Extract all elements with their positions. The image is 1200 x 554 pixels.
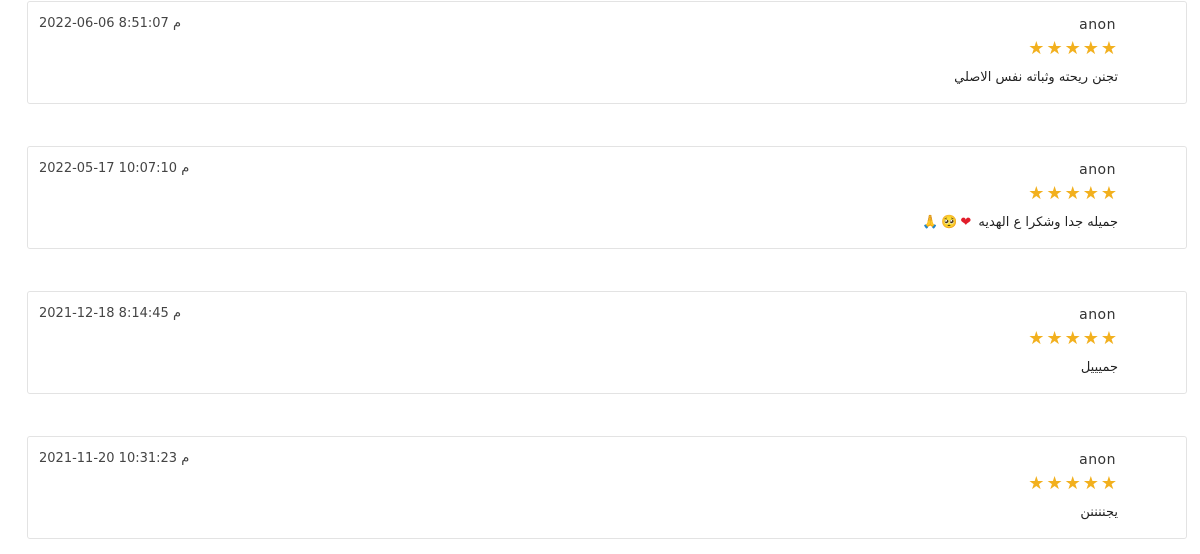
review-date: 2021-12-18 8:14:45 م bbox=[39, 306, 181, 321]
review-text-content: يجننننن bbox=[1080, 505, 1118, 520]
review-date: 2022-05-17 10:07:10 م bbox=[39, 161, 190, 176]
review-text-content: تجنن ريحته وثباته نفس الاصلي bbox=[954, 70, 1118, 85]
star-icon: ★ bbox=[1028, 183, 1047, 204]
star-icon: ★ bbox=[1082, 473, 1101, 494]
review-rating: ★★★★★ bbox=[1028, 329, 1119, 349]
star-icon: ★ bbox=[1028, 328, 1047, 349]
review-text-content: جميييل bbox=[1080, 360, 1118, 375]
star-icon: ★ bbox=[1082, 38, 1101, 59]
star-icon: ★ bbox=[1064, 183, 1083, 204]
star-icon: ★ bbox=[1046, 328, 1065, 349]
review-text: يجننننن bbox=[1080, 505, 1118, 520]
star-icon: ★ bbox=[1046, 183, 1065, 204]
review-card: 2022-06-06 8:51:07 م anon ★★★★★ تجنن ريح… bbox=[27, 1, 1187, 104]
star-icon: ★ bbox=[1064, 473, 1083, 494]
review-rating: ★★★★★ bbox=[1028, 474, 1119, 494]
review-text: جميييل bbox=[1081, 360, 1118, 375]
review-author: anon bbox=[1079, 162, 1116, 178]
star-icon: ★ bbox=[1100, 38, 1119, 59]
review-date: 2022-06-06 8:51:07 م bbox=[39, 16, 181, 31]
folded-hands-emoji-icon: 🙏 bbox=[921, 215, 939, 230]
star-icon: ★ bbox=[1028, 473, 1047, 494]
review-card: 2021-12-18 8:14:45 م anon ★★★★★ جميييل bbox=[27, 291, 1187, 394]
review-rating: ★★★★★ bbox=[1028, 184, 1119, 204]
review-date: 2021-11-20 10:31:23 م bbox=[39, 451, 190, 466]
star-icon: ★ bbox=[1100, 183, 1119, 204]
star-icon: ★ bbox=[1082, 328, 1101, 349]
review-card: 2022-05-17 10:07:10 م anon ★★★★★ جميله ج… bbox=[27, 146, 1187, 249]
heart-emoji-icon: ❤ bbox=[960, 215, 972, 230]
review-author: anon bbox=[1079, 452, 1116, 468]
review-author: anon bbox=[1079, 17, 1116, 33]
star-icon: ★ bbox=[1046, 473, 1065, 494]
review-author: anon bbox=[1079, 307, 1116, 323]
pleading-face-emoji-icon: 🥺 bbox=[941, 215, 958, 230]
review-text-content: جميله جدا وشكرا ع الهديه bbox=[978, 215, 1118, 230]
review-card: 2021-11-20 10:31:23 م anon ★★★★★ يجننننن bbox=[27, 436, 1187, 539]
star-icon: ★ bbox=[1064, 328, 1083, 349]
star-icon: ★ bbox=[1046, 38, 1065, 59]
star-icon: ★ bbox=[1100, 328, 1119, 349]
star-icon: ★ bbox=[1064, 38, 1083, 59]
review-text: تجنن ريحته وثباته نفس الاصلي bbox=[954, 70, 1118, 85]
review-rating: ★★★★★ bbox=[1028, 39, 1119, 59]
review-text: جميله جدا وشكرا ع الهديه ❤🥺🙏 bbox=[922, 215, 1118, 230]
star-icon: ★ bbox=[1100, 473, 1119, 494]
star-icon: ★ bbox=[1082, 183, 1101, 204]
star-icon: ★ bbox=[1028, 38, 1047, 59]
